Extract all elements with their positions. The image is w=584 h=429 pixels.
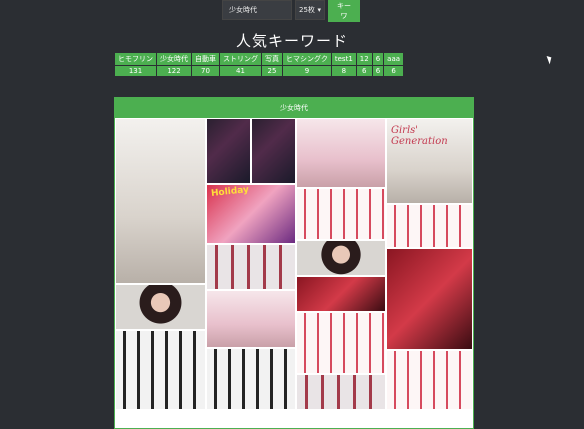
keyword-label[interactable]: aaa (383, 52, 405, 66)
gallery-photo[interactable] (206, 244, 296, 290)
mouse-cursor-icon (546, 54, 554, 65)
keyword-label[interactable]: 少女時代 (156, 52, 192, 66)
keyword-label[interactable]: 6 (371, 52, 385, 66)
keyword-table: ヒモフリン 少女時代 自動車 ストリング 写真 ヒマシングク test1 12 … (114, 52, 405, 77)
keyword-count: 9 (282, 65, 332, 77)
keyword-label[interactable]: 12 (355, 52, 373, 66)
chevron-down-icon: ▾ (317, 6, 321, 14)
keyword-label[interactable]: ヒモフリン (114, 52, 157, 66)
search-bar: 25枚 ▾ キーワ (222, 0, 360, 22)
keyword-count: 131 (114, 65, 157, 77)
image-gallery-panel: 少女時代 Holiday Girls' Generation (114, 97, 474, 429)
page-title: 人気キーワード (235, 32, 348, 50)
keyword-count: 6 (383, 65, 405, 77)
keyword-count: 8 (330, 65, 357, 77)
gallery-photo[interactable] (115, 118, 206, 284)
keyword-count: 122 (156, 65, 192, 77)
keyword-label[interactable]: 写真 (261, 52, 283, 66)
search-input[interactable] (222, 0, 292, 20)
gallery-title: 少女時代 (115, 98, 473, 118)
count-select-value: 25枚 (299, 6, 315, 14)
keyword-count: 6 (371, 65, 385, 77)
gallery-photo[interactable] (296, 276, 386, 312)
gallery-photo[interactable] (206, 118, 251, 184)
count-select[interactable]: 25枚 ▾ (295, 0, 325, 20)
keyword-labels-row: ヒモフリン 少女時代 自動車 ストリング 写真 ヒマシングク test1 12 … (114, 52, 405, 66)
gallery-photo[interactable]: Holiday (206, 184, 296, 244)
gallery-photo[interactable] (251, 118, 296, 184)
photo-caption: Girls' Generation (391, 125, 448, 147)
keyword-count: 70 (191, 65, 220, 77)
gallery-photo[interactable] (115, 284, 206, 330)
keyword-label[interactable]: 自動車 (191, 52, 220, 66)
keyword-label[interactable]: ヒマシングク (282, 52, 332, 66)
gallery-photo[interactable] (206, 290, 296, 348)
keyword-count: 6 (355, 65, 373, 77)
keyword-count: 41 (219, 65, 262, 77)
submit-button[interactable]: キーワ (328, 0, 360, 22)
gallery-photo[interactable] (206, 348, 296, 410)
gallery-photo[interactable] (296, 118, 386, 188)
gallery-photo[interactable] (386, 204, 473, 248)
gallery-photo[interactable] (296, 240, 386, 276)
gallery-photo[interactable] (296, 312, 386, 374)
gallery-photo[interactable]: Girls' Generation (386, 118, 473, 204)
keyword-count: 25 (261, 65, 283, 77)
keyword-label[interactable]: test1 (330, 52, 357, 66)
gallery-photo[interactable] (386, 248, 473, 350)
gallery-photo[interactable] (296, 374, 386, 410)
photo-caption: Holiday (210, 185, 250, 199)
gallery-photo[interactable] (115, 330, 206, 410)
gallery-photo[interactable] (386, 350, 473, 410)
gallery-photo[interactable] (296, 188, 386, 240)
keyword-counts-row: 131 122 70 41 25 9 8 6 6 6 (114, 65, 405, 77)
keyword-label[interactable]: ストリング (219, 52, 262, 66)
